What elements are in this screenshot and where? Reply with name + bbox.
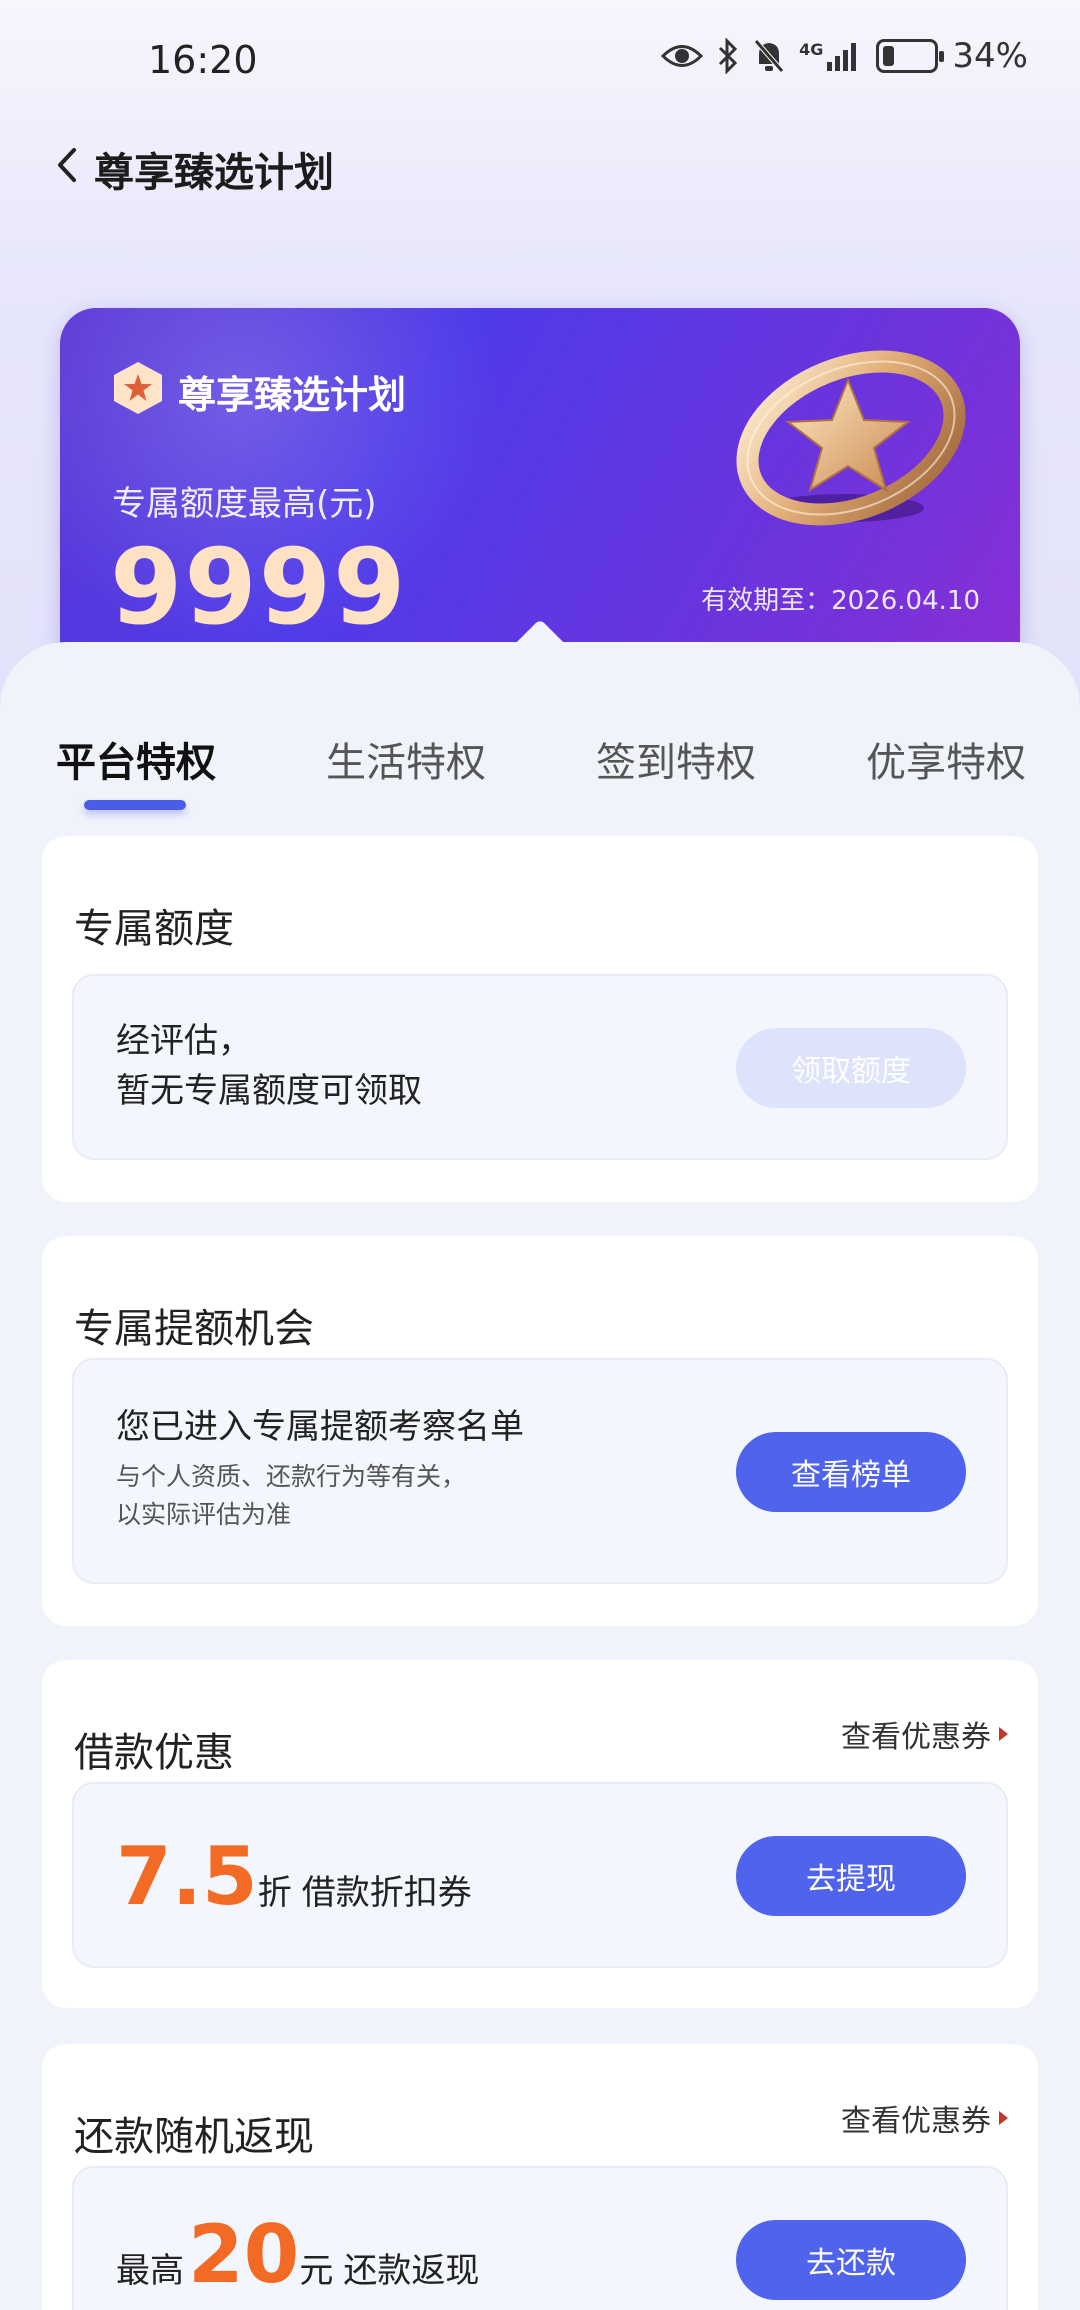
loan-coupon-text: 7.5 折 借款折扣券 — [116, 1830, 472, 1923]
increase-sub-text-1: 与个人资质、还款行为等有关， — [116, 1462, 467, 1491]
discount-unit: 折 — [257, 1873, 292, 1913]
privilege-tabs: 平台特权 生活特权 签到特权 优享特权 — [0, 730, 1080, 830]
discount-desc: 借款折扣券 — [301, 1873, 472, 1913]
repay-button[interactable]: 去还款 — [736, 2220, 966, 2300]
section-limit-increase: 专属提额机会 您已进入专属提额考察名单 与个人资质、还款行为等有关， 以实际评估… — [42, 1236, 1038, 1626]
section-title: 专属额度 — [74, 906, 234, 952]
view-coupons-link[interactable]: 查看优惠券 — [841, 1712, 1008, 1756]
discount-number: 7.5 — [116, 1830, 258, 1923]
cashback-prefix: 最高 — [116, 2251, 184, 2291]
gold-star-medal-icon — [726, 338, 976, 538]
withdraw-button[interactable]: 去提现 — [736, 1836, 966, 1916]
amount-value: 9999 — [110, 526, 408, 648]
status-icons: 4G 34% — [661, 36, 1028, 76]
validity-date: 有效期至：2026.04.10 — [701, 586, 980, 616]
increase-card: 您已进入专属提额考察名单 与个人资质、还款行为等有关， 以实际评估为准 查看榜单 — [72, 1358, 1008, 1584]
back-arrow-icon[interactable] — [48, 142, 88, 188]
card-title: 尊享臻选计划 — [178, 373, 407, 417]
quota-message: 经评估， 暂无专属额度可领取 — [116, 1016, 422, 1116]
claim-quota-button[interactable]: 领取额度 — [736, 1028, 966, 1108]
tab-platform[interactable]: 平台特权 — [56, 730, 216, 788]
signal-icon: 4G — [799, 40, 862, 72]
loan-coupon-card: 7.5 折 借款折扣券 去提现 — [72, 1782, 1008, 1968]
view-coupons-label: 查看优惠券 — [841, 2104, 991, 2139]
increase-sub-text-2: 以实际评估为准 — [116, 1500, 292, 1529]
increase-message: 您已进入专属提额考察名单 与个人资质、还款行为等有关， 以实际评估为准 — [116, 1402, 524, 1534]
view-coupons-label: 查看优惠券 — [841, 1720, 991, 1755]
cashback-unit: 元 — [299, 2251, 334, 2291]
tab-checkin[interactable]: 签到特权 — [596, 730, 756, 788]
network-label: 4G — [799, 40, 824, 59]
view-coupons-link[interactable]: 查看优惠券 — [841, 2096, 1008, 2140]
bluetooth-icon — [717, 38, 739, 74]
caret-right-icon — [999, 2111, 1008, 2125]
bell-muted-icon — [753, 38, 785, 74]
tab-life[interactable]: 生活特权 — [326, 730, 486, 788]
section-exclusive-quota: 专属额度 经评估， 暂无专属额度可领取 领取额度 — [42, 836, 1038, 1202]
section-title: 还款随机返现 — [74, 2114, 314, 2160]
tab-premium[interactable]: 优享特权 — [866, 730, 1026, 788]
navigation-bar: 尊享臻选计划 — [0, 120, 1080, 210]
star-badge-icon — [112, 360, 164, 416]
quota-line-1: 经评估， — [116, 1021, 252, 1061]
cashback-card: 最高 20 元 还款返现 去还款 — [72, 2166, 1008, 2310]
status-bar: 16:20 4G 34% — [0, 0, 1080, 120]
increase-main-text: 您已进入专属提额考察名单 — [116, 1407, 524, 1447]
section-title: 借款优惠 — [74, 1730, 234, 1776]
battery-level — [883, 46, 895, 66]
section-loan-offer: 借款优惠 查看优惠券 7.5 折 借款折扣券 去提现 — [42, 1660, 1038, 2008]
view-ranking-button[interactable]: 查看榜单 — [736, 1432, 966, 1512]
quota-card: 经评估， 暂无专属额度可领取 领取额度 — [72, 974, 1008, 1160]
eye-icon — [661, 41, 704, 71]
cashback-desc: 还款返现 — [343, 2251, 480, 2291]
amount-label: 专属额度最高(元) — [112, 484, 377, 524]
tab-indicator — [84, 800, 186, 810]
section-repay-cashback: 还款随机返现 查看优惠券 最高 20 元 还款返现 去还款 — [42, 2044, 1038, 2310]
status-time: 16:20 — [148, 38, 258, 82]
battery-icon — [876, 39, 945, 73]
page-title: 尊享臻选计划 — [94, 150, 334, 196]
cashback-text: 最高 20 元 还款返现 — [116, 2208, 479, 2301]
quota-line-2: 暂无专属额度可领取 — [116, 1071, 422, 1111]
cashback-number: 20 — [188, 2208, 300, 2301]
battery-percent: 34% — [952, 36, 1028, 76]
section-title: 专属提额机会 — [74, 1306, 314, 1352]
caret-right-icon — [999, 1727, 1008, 1741]
